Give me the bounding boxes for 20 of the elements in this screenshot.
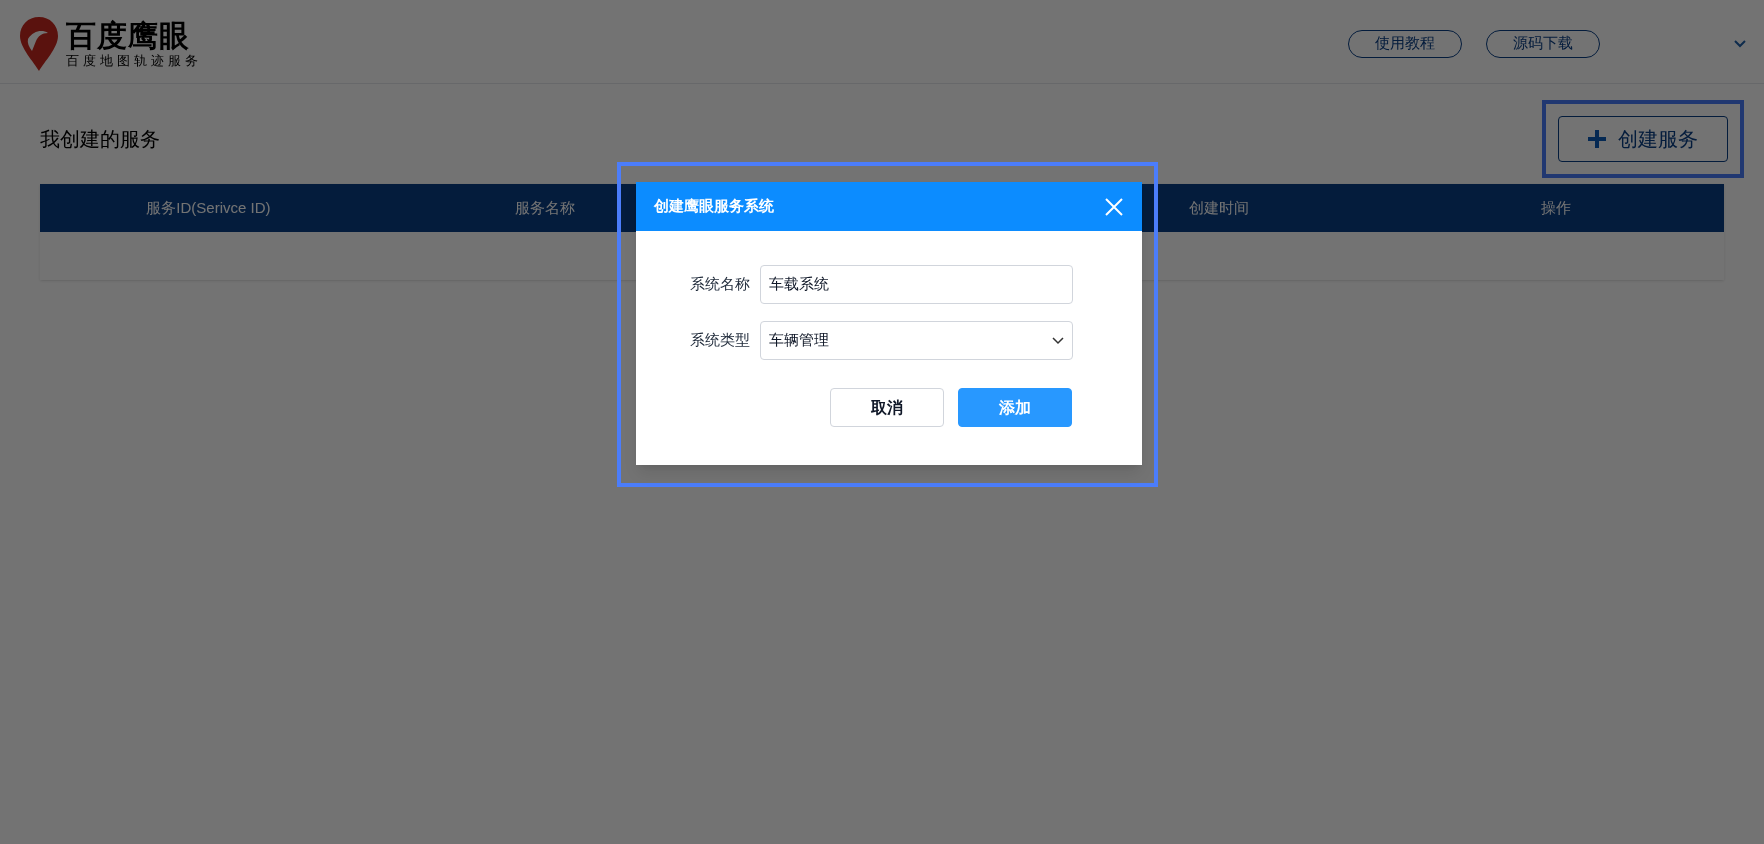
text-field[interactable]: 车载系统 [760,265,1073,304]
column-header: 创建时间 [1188,197,1249,218]
create-service-button[interactable]: 创建服务 [1558,116,1728,162]
page-title: 我创建的服务 [40,127,160,152]
logo-title: 百度鹰眼 [66,18,191,53]
field-label: 系统名称 [690,274,750,295]
logo-icon [18,14,60,73]
column-header: 操作 [1540,197,1571,218]
dialog-title: 创建鹰眼服务系统 [654,196,774,217]
chevron-down-icon[interactable] [1734,39,1746,48]
field-label: 系统类型 [690,330,750,351]
chevron-down-icon [1052,336,1064,345]
plus-icon [1588,130,1606,148]
close-icon[interactable] [1104,196,1124,217]
column-header: 服务ID(Serivce ID) [146,197,271,218]
logo-subtitle: 百度地图轨迹服务 [66,52,202,69]
select-field[interactable]: 车辆管理 [760,321,1073,360]
cancel-button[interactable]: 取消 [830,388,944,427]
add-button[interactable]: 添加 [958,388,1072,427]
column-header: 服务名称 [515,197,576,218]
